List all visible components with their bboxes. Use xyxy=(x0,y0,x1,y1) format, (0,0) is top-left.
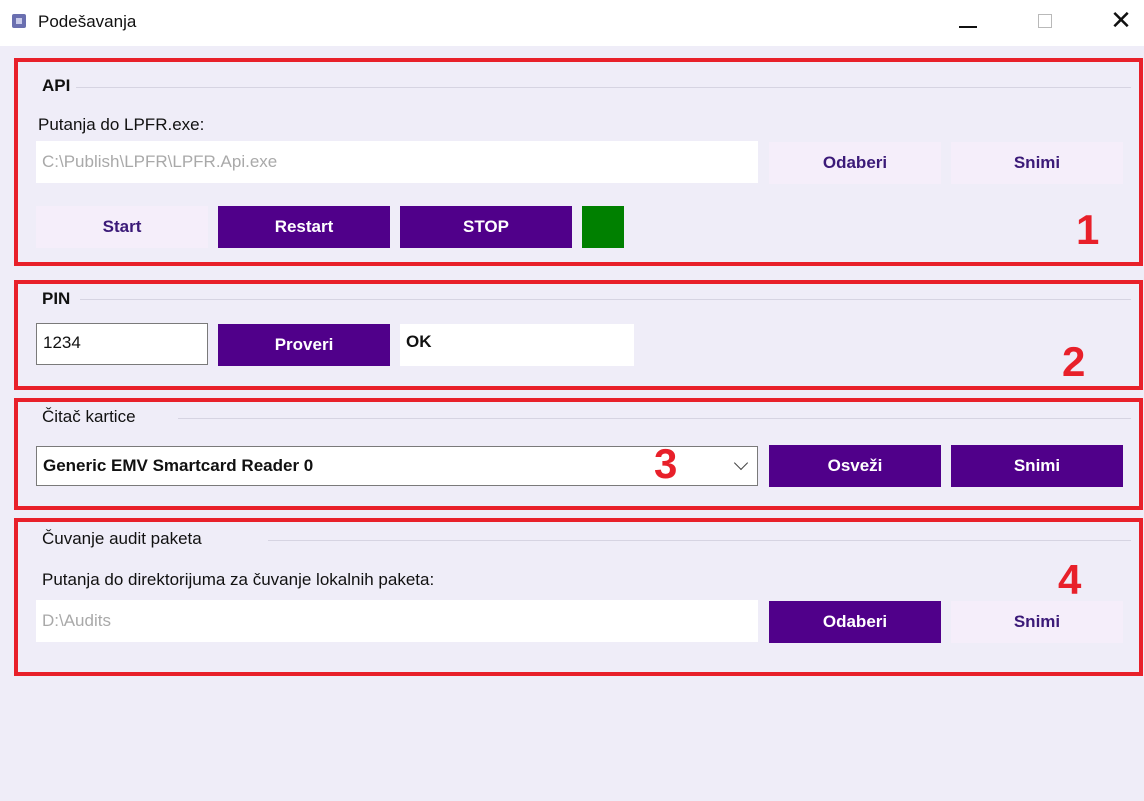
pin-result: OK xyxy=(400,324,634,366)
refresh-button[interactable]: Osveži xyxy=(769,445,941,487)
api-group-line xyxy=(76,87,1131,88)
audit-save-button[interactable]: Snimi xyxy=(951,601,1123,643)
audit-path-input[interactable]: D:\Audits xyxy=(36,600,758,642)
marker-3: 3 xyxy=(654,440,678,487)
card-reader-select[interactable]: Generic EMV Smartcard Reader 0 xyxy=(36,446,758,486)
audit-group-line xyxy=(268,540,1131,541)
window-title: Podešavanja xyxy=(38,12,137,31)
stop-button[interactable]: STOP xyxy=(400,206,572,248)
card-reader-selected: Generic EMV Smartcard Reader 0 xyxy=(43,456,314,475)
check-pin-button[interactable]: Proveri xyxy=(218,324,390,366)
maximize-icon[interactable] xyxy=(1022,6,1068,36)
pin-group-line xyxy=(80,299,1131,300)
audit-choose-button[interactable]: Odaberi xyxy=(769,601,941,643)
minimize-icon[interactable] xyxy=(944,6,990,36)
title-bar: Podešavanja ✕ xyxy=(0,0,1144,46)
marker-2: 2 xyxy=(1062,338,1086,385)
app-icon xyxy=(12,14,26,28)
audit-path-label: Putanja do direktorijuma za čuvanje loka… xyxy=(42,570,435,589)
api-path-label: Putanja do LPFR.exe: xyxy=(38,115,205,134)
restart-button[interactable]: Restart xyxy=(218,206,390,248)
api-path-input[interactable]: C:\Publish\LPFR\LPFR.Api.exe xyxy=(36,141,758,183)
pin-legend: PIN xyxy=(42,289,71,308)
card-reader-save-button[interactable]: Snimi xyxy=(951,445,1123,487)
card-reader-legend: Čitač kartice xyxy=(42,407,136,426)
close-icon[interactable]: ✕ xyxy=(1098,6,1144,36)
audit-legend: Čuvanje audit paketa xyxy=(42,529,202,548)
start-button[interactable]: Start xyxy=(36,206,208,248)
marker-4: 4 xyxy=(1058,556,1082,603)
api-save-button[interactable]: Snimi xyxy=(951,142,1123,184)
card-reader-group-line xyxy=(178,418,1131,419)
api-status-indicator xyxy=(582,206,624,248)
api-choose-button[interactable]: Odaberi xyxy=(769,142,941,184)
marker-1: 1 xyxy=(1076,206,1100,253)
pin-input[interactable]: 1234 xyxy=(36,323,208,365)
api-legend: API xyxy=(42,76,71,95)
